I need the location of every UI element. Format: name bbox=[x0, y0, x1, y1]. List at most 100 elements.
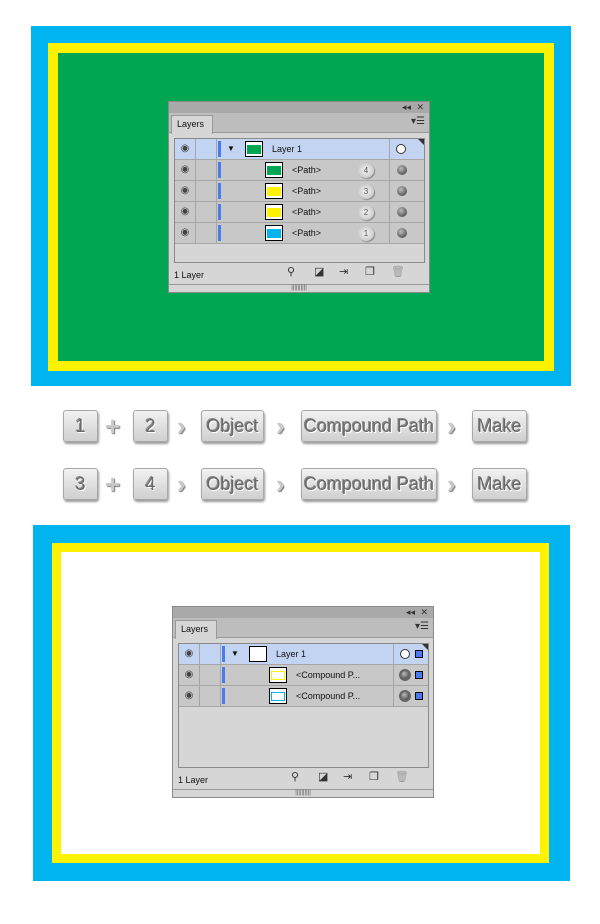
visibility-eye-icon[interactable]: ◉ bbox=[179, 644, 200, 664]
new-layer-icon[interactable]: ❐ bbox=[369, 770, 379, 783]
visibility-eye-icon[interactable]: ◉ bbox=[175, 139, 196, 159]
locate-object-icon[interactable]: ⚲ bbox=[291, 770, 299, 783]
panel-tabbar: Layers ▾☰ bbox=[169, 113, 429, 134]
sublayer-row[interactable]: ◉ <Compound P... bbox=[179, 665, 428, 686]
lock-toggle[interactable] bbox=[196, 160, 217, 180]
target-circle-icon[interactable] bbox=[399, 690, 411, 702]
sublayer-row[interactable]: ◉ <Path> 2 bbox=[175, 202, 424, 223]
step-item-a: 1 bbox=[63, 410, 98, 442]
layer-color-bar bbox=[218, 225, 221, 241]
layers-panel-after: ◂◂ ✕ Layers ▾☰ ◉ ▼ Layer 1 ◉ <Compound P... ◉ <Com… bbox=[172, 606, 434, 798]
delete-icon[interactable]: 🗑 bbox=[391, 265, 405, 278]
close-icon[interactable]: ✕ bbox=[416, 102, 424, 113]
stack-order-badge: 1 bbox=[358, 226, 374, 241]
target-circle-icon[interactable] bbox=[397, 186, 407, 196]
menu-make: Make bbox=[472, 468, 527, 500]
stack-order-badge: 4 bbox=[358, 163, 374, 178]
panel-menu-icon[interactable]: ▾☰ bbox=[411, 116, 425, 127]
collapse-icon[interactable]: ◂◂ bbox=[406, 607, 415, 618]
layer-color-bar bbox=[218, 141, 221, 157]
panel-titlebar: ◂◂ ✕ bbox=[173, 607, 433, 618]
sublayer-row[interactable]: ◉ <Path> 3 bbox=[175, 181, 424, 202]
stack-order-badge: 2 bbox=[358, 205, 374, 220]
thumbnail bbox=[265, 225, 283, 241]
visibility-eye-icon[interactable]: ◉ bbox=[175, 202, 196, 222]
item-name: <Compound P... bbox=[296, 670, 361, 680]
tab-layers[interactable]: Layers bbox=[175, 620, 217, 639]
sublayer-row[interactable]: ◉ <Compound P... bbox=[179, 686, 428, 707]
step-item-a: 3 bbox=[63, 468, 98, 500]
thumbnail-fill bbox=[271, 671, 285, 680]
item-name: Layer 1 bbox=[276, 649, 307, 659]
delete-icon[interactable]: 🗑 bbox=[395, 770, 409, 783]
item-name: Layer 1 bbox=[272, 144, 303, 154]
layer-color-bar bbox=[218, 162, 221, 178]
lock-toggle[interactable] bbox=[200, 644, 221, 664]
item-name: <Path> bbox=[292, 186, 322, 196]
lock-toggle[interactable] bbox=[196, 202, 217, 222]
target-circle-icon[interactable] bbox=[396, 144, 406, 154]
layer-row[interactable]: ◉ ▼ Layer 1 bbox=[179, 644, 428, 665]
selection-square-icon[interactable] bbox=[415, 650, 423, 658]
selection-square-icon[interactable] bbox=[415, 671, 423, 679]
visibility-eye-icon[interactable]: ◉ bbox=[175, 223, 196, 243]
target-circle-icon[interactable] bbox=[400, 649, 410, 659]
create-sublayer-icon[interactable]: ⇥ bbox=[339, 265, 348, 278]
layer-count: 1 Layer bbox=[174, 270, 205, 280]
lock-toggle[interactable] bbox=[196, 139, 217, 159]
menu-object: Object bbox=[201, 410, 264, 442]
chevron-right-icon: › bbox=[276, 411, 285, 441]
target-column-divider bbox=[389, 181, 390, 201]
layer-color-bar bbox=[222, 667, 225, 683]
tab-layers[interactable]: Layers bbox=[171, 115, 213, 134]
lock-toggle[interactable] bbox=[200, 686, 221, 706]
expand-triangle-icon[interactable]: ▼ bbox=[231, 649, 239, 658]
thumbnail bbox=[249, 646, 267, 662]
visibility-eye-icon[interactable]: ◉ bbox=[175, 181, 196, 201]
thumbnail-fill bbox=[267, 208, 281, 217]
locate-object-icon[interactable]: ⚲ bbox=[287, 265, 295, 278]
menu-object: Object bbox=[201, 468, 264, 500]
panel-menu-icon[interactable]: ▾☰ bbox=[415, 621, 429, 632]
chevron-right-icon: › bbox=[276, 469, 285, 499]
sublayer-row[interactable]: ◉ <Path> 4 bbox=[175, 160, 424, 181]
lock-toggle[interactable] bbox=[200, 665, 221, 685]
target-circle-icon[interactable] bbox=[399, 669, 411, 681]
resize-grip[interactable]: |||||||||| bbox=[169, 284, 429, 292]
visibility-eye-icon[interactable]: ◉ bbox=[179, 665, 200, 685]
item-name: <Path> bbox=[292, 207, 322, 217]
selection-square-icon[interactable] bbox=[415, 692, 423, 700]
target-column-divider bbox=[389, 160, 390, 180]
make-clipping-mask-icon[interactable]: ◪ bbox=[314, 265, 324, 278]
chevron-right-icon: › bbox=[177, 469, 186, 499]
lock-toggle[interactable] bbox=[196, 223, 217, 243]
make-clipping-mask-icon[interactable]: ◪ bbox=[318, 770, 328, 783]
target-column-divider bbox=[389, 139, 390, 159]
collapse-icon[interactable]: ◂◂ bbox=[402, 102, 411, 113]
thumbnail-fill bbox=[271, 692, 285, 701]
target-circle-icon[interactable] bbox=[397, 228, 407, 238]
target-circle-icon[interactable] bbox=[397, 207, 407, 217]
lock-toggle[interactable] bbox=[196, 181, 217, 201]
stack-order-badge: 3 bbox=[358, 184, 374, 199]
new-layer-icon[interactable]: ❐ bbox=[365, 265, 375, 278]
plus-icon: + bbox=[105, 411, 121, 441]
item-name: <Path> bbox=[292, 228, 322, 238]
expand-triangle-icon[interactable]: ▼ bbox=[227, 144, 235, 153]
thumbnail bbox=[265, 204, 283, 220]
create-sublayer-icon[interactable]: ⇥ bbox=[343, 770, 352, 783]
target-column-divider bbox=[389, 202, 390, 222]
panel-tabbar: Layers ▾☰ bbox=[173, 618, 433, 639]
visibility-eye-icon[interactable]: ◉ bbox=[179, 686, 200, 706]
target-column-divider bbox=[389, 223, 390, 243]
visibility-eye-icon[interactable]: ◉ bbox=[175, 160, 196, 180]
panel-titlebar: ◂◂ ✕ bbox=[169, 102, 429, 113]
thumbnail bbox=[269, 667, 287, 683]
layer-row[interactable]: ◉ ▼ Layer 1 bbox=[175, 139, 424, 160]
close-icon[interactable]: ✕ bbox=[420, 607, 428, 618]
target-circle-icon[interactable] bbox=[397, 165, 407, 175]
resize-grip[interactable]: |||||||||| bbox=[173, 789, 433, 797]
sublayer-row[interactable]: ◉ <Path> 1 bbox=[175, 223, 424, 244]
step-item-b: 2 bbox=[133, 410, 168, 442]
layer-count: 1 Layer bbox=[178, 775, 209, 785]
